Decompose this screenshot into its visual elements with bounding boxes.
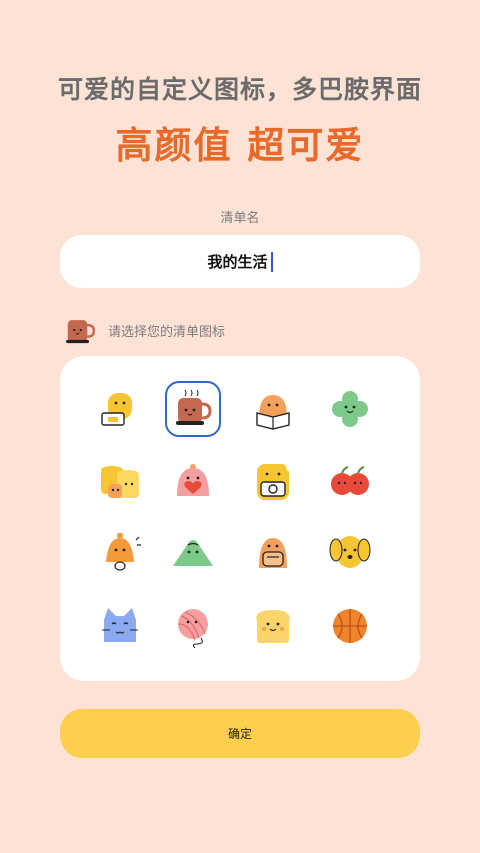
icon-option-red-apples[interactable] xyxy=(322,454,378,510)
blue-cat-icon xyxy=(102,608,138,642)
icon-option-green-mountain[interactable] xyxy=(165,524,221,580)
list-name-input[interactable]: 我的生活 xyxy=(60,235,420,288)
yellow-blob-laptop-icon xyxy=(101,393,132,426)
coffee-mug-icon xyxy=(66,320,96,344)
icon-grid-panel xyxy=(60,356,420,681)
icon-option-orange-bell[interactable] xyxy=(92,524,148,580)
red-apples-icon xyxy=(331,466,369,495)
orange-backpack-icon xyxy=(259,538,287,568)
icon-option-yellow-blob-laptop[interactable] xyxy=(92,381,148,437)
toast-bread-icon xyxy=(256,610,290,643)
icon-option-basketball[interactable] xyxy=(322,598,378,654)
icon-option-pink-bun-heart[interactable] xyxy=(165,454,221,510)
icon-option-blue-cat[interactable] xyxy=(92,598,148,654)
yellow-cups-icon xyxy=(101,466,139,498)
orange-bell-icon xyxy=(106,533,141,571)
confirm-button[interactable]: 确定 xyxy=(60,709,420,758)
basketball-icon xyxy=(333,609,367,643)
list-name-label: 清单名 xyxy=(220,211,260,226)
list-name-value: 我的生活 xyxy=(207,253,268,271)
orange-bun-reading-icon xyxy=(256,395,290,430)
big-title: 高颜值 超可爱 xyxy=(115,124,365,167)
icon-option-coffee-mug[interactable] xyxy=(165,381,221,437)
yellow-camera-icon xyxy=(257,464,292,500)
icon-picker-hint: 请选择您的清单图标 xyxy=(108,324,226,340)
text-caret xyxy=(270,251,273,272)
icon-option-toast-bread[interactable] xyxy=(245,598,301,654)
icon-option-green-clover[interactable] xyxy=(322,381,378,437)
icon-picker-header: 请选择您的清单图标 xyxy=(62,312,225,348)
icon-option-orange-backpack[interactable] xyxy=(245,524,301,580)
icon-option-yellow-camera[interactable] xyxy=(245,454,301,510)
icon-option-orange-bun-reading[interactable] xyxy=(245,381,301,437)
headline: 可爱的自定义图标，多巴胺界面 xyxy=(57,75,422,104)
icon-option-pink-yarn-ball[interactable] xyxy=(165,598,221,654)
pink-yarn-ball-icon xyxy=(178,609,208,648)
icon-option-yellow-dog[interactable] xyxy=(322,524,378,580)
pink-bun-heart-icon xyxy=(177,464,209,496)
icon-option-yellow-cups[interactable] xyxy=(92,454,148,510)
green-mountain-icon xyxy=(173,540,213,566)
green-clover-icon xyxy=(332,391,368,427)
yellow-dog-icon xyxy=(329,536,371,568)
coffee-mug-icon xyxy=(176,389,212,425)
